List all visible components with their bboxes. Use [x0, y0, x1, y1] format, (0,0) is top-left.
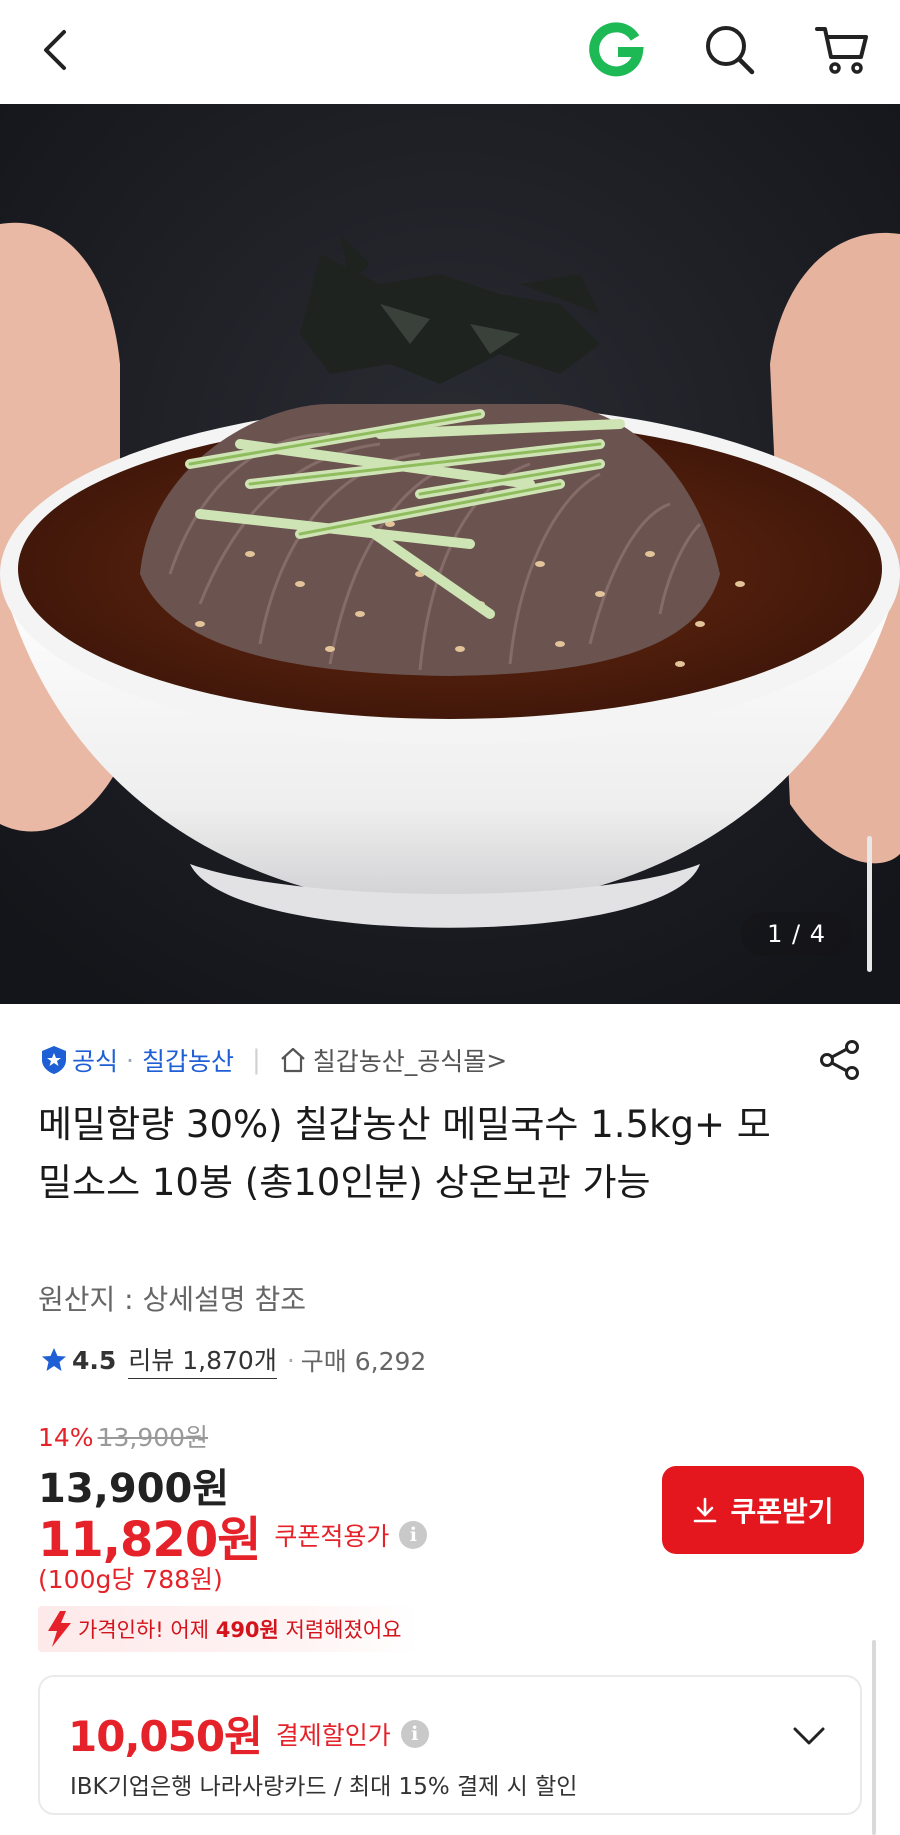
product-photo-buckwheat-noodles [0, 104, 900, 1004]
purchase-count: 구매 6,292 [300, 1347, 427, 1376]
payment-discount-label: 결제할인가 [275, 1720, 391, 1750]
chevron-left-icon [44, 30, 66, 70]
official-label: 공식 [72, 1047, 119, 1076]
payment-discount-price: 10,050원 [68, 1712, 263, 1761]
separator-dot: · [126, 1045, 134, 1075]
home-icon [281, 1047, 305, 1073]
gmarket-home-logo[interactable] [584, 18, 648, 82]
coupon-price-label: 쿠폰적용가 [274, 1522, 390, 1551]
payment-amount-row: 10,050원 결제할인가 i [68, 1703, 429, 1764]
product-image-carousel[interactable]: 1 / 4 [0, 104, 900, 1004]
carousel-scroll-indicator [867, 836, 872, 972]
cart-icon [815, 27, 868, 74]
price-drop-text: 가격인하! 어제 490원 저렴해졌어요 [78, 1618, 402, 1642]
store-name: 칠갑농산_공식몰 [312, 1047, 487, 1076]
shield-star-icon [42, 1046, 66, 1074]
cart-button[interactable] [810, 18, 874, 82]
get-coupon-button[interactable]: 쿠폰받기 [662, 1466, 864, 1554]
store-chevron-icon: > [486, 1045, 508, 1075]
back-button[interactable] [24, 18, 88, 82]
seller-row: 공식 · 칠갑농산 | 칠갑농산_공식몰 > [40, 1040, 507, 1080]
share-button[interactable] [816, 1036, 864, 1084]
top-app-bar [0, 0, 900, 104]
page-scrollbar[interactable] [872, 1640, 876, 1835]
g-logo-icon [589, 22, 644, 77]
official-badge: 공식 [40, 1042, 118, 1078]
chevron-down-icon[interactable] [792, 1725, 826, 1747]
rating-row: 4.5 리뷰 1,870개 · 구매 6,292 [40, 1340, 426, 1380]
discount-row: 14% 13,900원 [38, 1418, 208, 1454]
origin-info: 원산지 : 상세설명 참조 [38, 1283, 306, 1316]
divider: | [251, 1045, 261, 1075]
store-link[interactable]: 칠갑농산_공식몰 > [279, 1042, 507, 1078]
info-icon[interactable]: i [400, 1719, 429, 1748]
separator-dot: · [286, 1345, 295, 1375]
info-icon[interactable]: i [399, 1521, 428, 1549]
price-drop-banner: 가격인하! 어제 490원 저렴해졌어요 [38, 1606, 418, 1652]
star-icon [42, 1348, 66, 1371]
payment-discount-card[interactable]: 10,050원 결제할인가 i IBK기업은행 나라사랑카드 / 최대 15% … [38, 1675, 862, 1815]
coupon-button-label: 쿠폰받기 [730, 1495, 834, 1528]
payment-discount-description: IBK기업은행 나라사랑카드 / 최대 15% 결제 시 할인 [70, 1774, 578, 1800]
product-title: 메밀함량 30%) 칠갑농산 메밀국수 1.5kg+ 모밀소스 10봉 (총10… [38, 1103, 771, 1204]
rating-score: 4.5 [72, 1345, 117, 1375]
image-counter: 1 / 4 [741, 912, 852, 956]
original-price: 13,900원 [97, 1423, 209, 1452]
review-count-link[interactable]: 리뷰 1,870개 [128, 1341, 277, 1379]
discount-percent: 14% [38, 1423, 94, 1452]
search-button[interactable] [698, 18, 762, 82]
download-icon [692, 1496, 718, 1524]
unit-price: (100g당 788원) [38, 1565, 223, 1594]
price-drop-amount: 490원 [215, 1618, 279, 1642]
seller-name-link[interactable]: 칠갑농산 [142, 1042, 234, 1078]
search-icon [706, 26, 755, 75]
share-icon [820, 1040, 859, 1080]
lightning-down-icon [48, 1611, 71, 1647]
